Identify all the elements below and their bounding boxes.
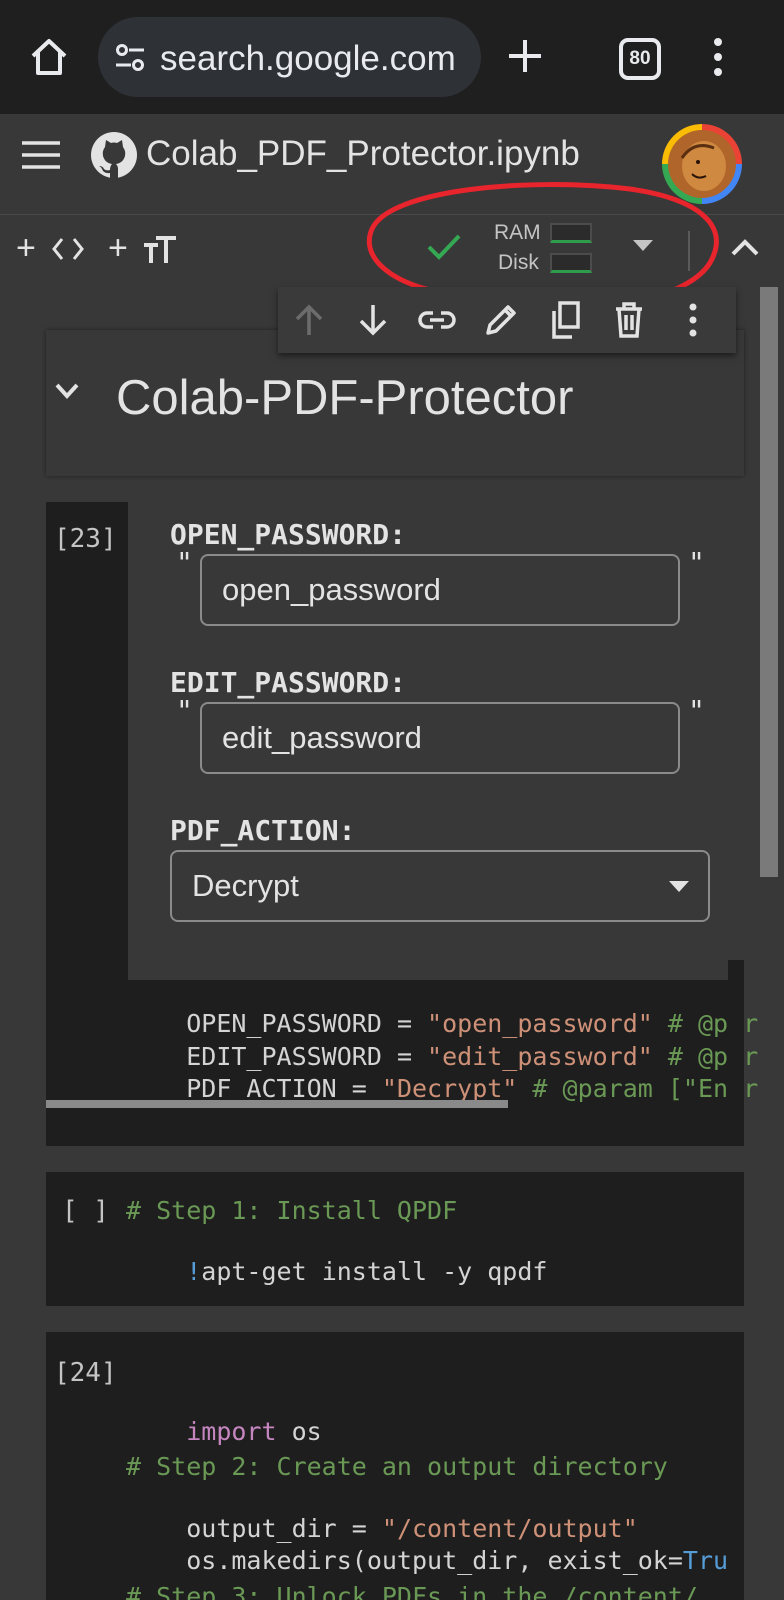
notebook-title[interactable]: Colab_PDF_Protector.ipynb bbox=[146, 134, 580, 174]
form-code-cell[interactable]: [23] OPEN_PASSWORD: " open_password " ED… bbox=[46, 502, 758, 1146]
cell-toolbar bbox=[278, 287, 736, 353]
text-format-icon bbox=[144, 236, 176, 263]
shell-bang: ! bbox=[186, 1257, 202, 1286]
quote-open: " bbox=[176, 694, 193, 727]
code-var: PDF_ACTION bbox=[186, 1074, 337, 1103]
horizontal-scrollbar[interactable] bbox=[46, 1100, 508, 1108]
move-up-icon[interactable] bbox=[288, 299, 330, 341]
code-line[interactable]: PDF_ACTION = "Decrypt" # @param ["Encr bbox=[126, 1045, 758, 1132]
add-text-button[interactable]: + bbox=[108, 229, 180, 271]
tab-switcher-button[interactable]: 80 bbox=[619, 38, 661, 80]
mirror-cell-icon[interactable] bbox=[544, 299, 586, 341]
browser-toolbar: search.google.com 80 bbox=[0, 0, 784, 114]
scrollbar-thumb[interactable] bbox=[760, 287, 778, 877]
form-panel: OPEN_PASSWORD: " open_password " EDIT_PA… bbox=[128, 502, 744, 980]
quote-open: " bbox=[176, 546, 193, 579]
pdf-action-select[interactable]: Decrypt bbox=[170, 850, 710, 922]
code-string: "Decrypt" bbox=[381, 1074, 518, 1103]
quote-close: " bbox=[688, 694, 705, 727]
open-password-label: OPEN_PASSWORD: bbox=[170, 518, 407, 551]
code-line[interactable]: !apt-get install -y qpdf bbox=[126, 1228, 547, 1306]
url-text[interactable]: search.google.com bbox=[160, 39, 456, 79]
link-icon[interactable] bbox=[416, 299, 458, 341]
hamburger-menu-icon[interactable] bbox=[22, 140, 60, 170]
code-eq: = bbox=[336, 1074, 382, 1103]
delete-icon[interactable] bbox=[608, 299, 650, 341]
code-call: os.makedirs(output_dir, exist_ok= bbox=[186, 1546, 683, 1575]
install-code-cell[interactable]: [ ] # Step 1: Install QPDF !apt-get inst… bbox=[46, 1172, 744, 1306]
add-code-button[interactable]: + bbox=[16, 229, 88, 271]
quote-close: " bbox=[688, 546, 705, 579]
select-arrow-icon bbox=[669, 881, 689, 892]
plus-icon: + bbox=[16, 229, 36, 267]
execution-count[interactable]: [24] bbox=[54, 1358, 117, 1388]
section-collapse-chevron-icon[interactable] bbox=[54, 382, 80, 400]
github-icon[interactable] bbox=[90, 131, 138, 179]
code-comment: # @param ["Encr bbox=[517, 1074, 759, 1103]
open-password-value: open_password bbox=[222, 572, 441, 607]
shell-command: apt-get install -y qpdf bbox=[201, 1257, 548, 1286]
code-comment[interactable]: # Step 2: Create an output directory bbox=[126, 1452, 668, 1481]
code-module: os bbox=[276, 1417, 322, 1446]
new-tab-icon[interactable] bbox=[507, 38, 543, 74]
site-settings-icon[interactable] bbox=[114, 43, 146, 73]
edit-pencil-icon[interactable] bbox=[480, 299, 522, 341]
edit-password-value: edit_password bbox=[222, 720, 422, 755]
edit-password-input[interactable]: edit_password bbox=[200, 702, 680, 774]
execution-count[interactable]: [ ] bbox=[62, 1196, 109, 1226]
code-overflow-mask bbox=[728, 1332, 744, 1600]
browser-menu-icon[interactable] bbox=[712, 36, 724, 78]
home-icon[interactable] bbox=[28, 36, 70, 78]
code-comment[interactable]: # Step 3: Unlock PDFs in the /content/ bbox=[126, 1582, 698, 1600]
open-password-input[interactable]: open_password bbox=[200, 554, 680, 626]
plus-icon: + bbox=[108, 229, 128, 267]
code-icon bbox=[52, 238, 84, 260]
pdf-action-value: Decrypt bbox=[192, 868, 299, 903]
address-bar[interactable]: search.google.com bbox=[98, 17, 481, 97]
code-comment[interactable]: # Step 1: Install QPDF bbox=[126, 1196, 457, 1225]
collapse-chevron-icon[interactable] bbox=[730, 237, 760, 257]
pdf-action-label: PDF_ACTION: bbox=[170, 814, 356, 847]
code-keyword: import bbox=[186, 1417, 277, 1446]
execution-count[interactable]: [23] bbox=[54, 524, 117, 554]
notebook-toolbar: + + RAM Disk bbox=[0, 182, 784, 316]
os-code-cell[interactable]: [24] import os # Step 2: Create an outpu… bbox=[46, 1332, 744, 1600]
move-down-icon[interactable] bbox=[352, 299, 394, 341]
edit-password-label: EDIT_PASSWORD: bbox=[170, 666, 407, 699]
more-options-icon[interactable] bbox=[672, 299, 714, 341]
section-heading: Colab-PDF-Protector bbox=[116, 371, 574, 425]
form-code-overflow-mask bbox=[728, 960, 744, 1146]
